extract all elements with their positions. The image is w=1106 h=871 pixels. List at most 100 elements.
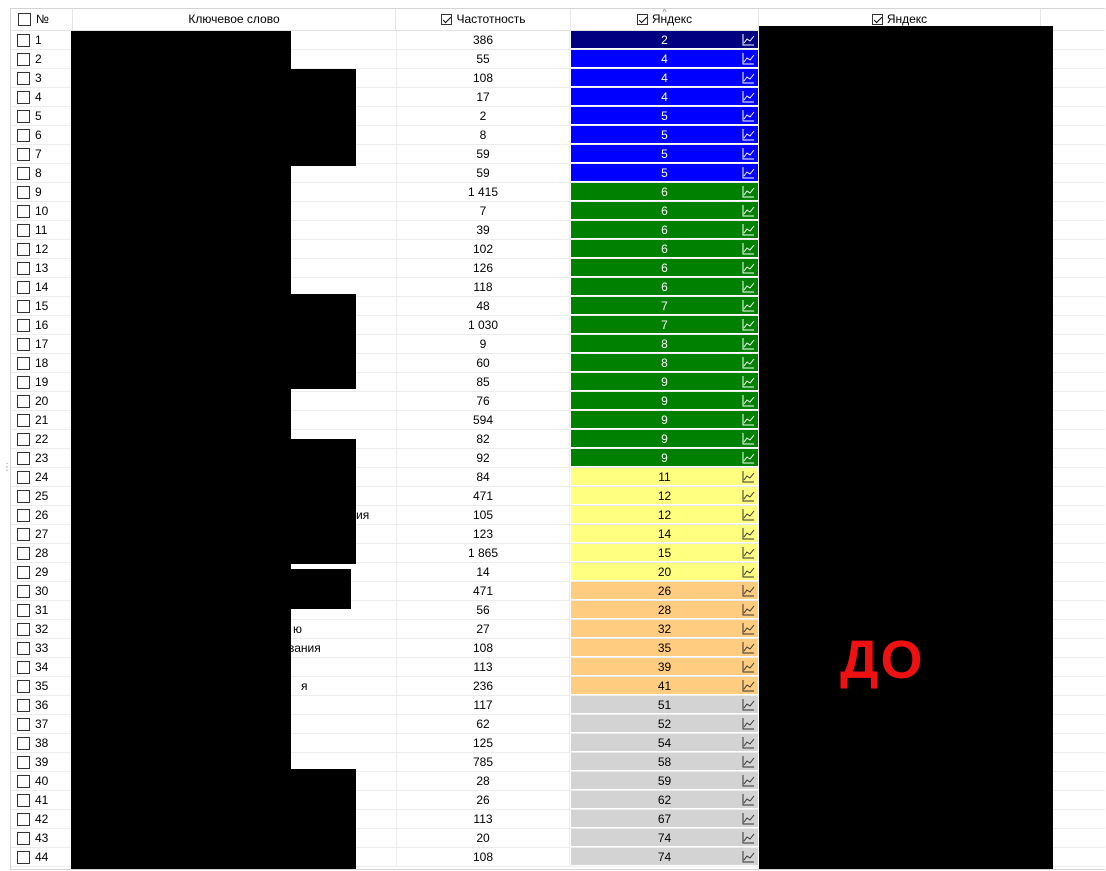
row-checkbox[interactable] [17, 717, 30, 731]
yandex-position-cell[interactable]: 12 [571, 487, 758, 505]
yandex-position-cell[interactable]: 6 [571, 221, 758, 239]
trend-chart-icon[interactable] [742, 850, 755, 863]
trend-chart-icon[interactable] [742, 356, 755, 369]
yandex-position-cell[interactable]: 9 [571, 430, 758, 448]
yandex-position-cell[interactable]: 9 [571, 411, 758, 429]
row-checkbox[interactable] [17, 52, 30, 66]
yandex-position-cell[interactable]: 7 [571, 316, 758, 334]
trend-chart-icon[interactable] [742, 394, 755, 407]
trend-chart-icon[interactable] [742, 717, 755, 730]
row-checkbox[interactable] [17, 679, 30, 693]
yandex-2-checkbox[interactable] [871, 14, 883, 25]
row-checkbox[interactable] [17, 147, 30, 161]
trend-chart-icon[interactable] [742, 622, 755, 635]
yandex-position-cell[interactable]: 20 [571, 563, 758, 581]
row-checkbox[interactable] [17, 261, 30, 275]
row-checkbox[interactable] [17, 90, 30, 104]
trend-chart-icon[interactable] [742, 451, 755, 464]
yandex-position-cell[interactable]: 62 [571, 791, 758, 809]
trend-chart-icon[interactable] [742, 698, 755, 711]
trend-chart-icon[interactable] [742, 413, 755, 426]
header-frequency[interactable]: Частотность [396, 9, 571, 30]
trend-chart-icon[interactable] [742, 603, 755, 616]
trend-chart-icon[interactable] [742, 318, 755, 331]
header-keyword[interactable]: Ключевое слово [73, 9, 396, 30]
yandex-position-cell[interactable]: 74 [571, 848, 758, 866]
row-checkbox[interactable] [17, 660, 30, 674]
row-checkbox[interactable] [17, 299, 30, 313]
row-checkbox[interactable] [17, 318, 30, 332]
yandex-position-cell[interactable]: 6 [571, 278, 758, 296]
row-checkbox[interactable] [17, 337, 30, 351]
row-checkbox[interactable] [17, 33, 30, 47]
trend-chart-icon[interactable] [742, 223, 755, 236]
row-checkbox[interactable] [17, 622, 30, 636]
yandex-position-cell[interactable]: 5 [571, 164, 758, 182]
yandex-position-cell[interactable]: 7 [571, 297, 758, 315]
row-checkbox[interactable] [17, 128, 30, 142]
trend-chart-icon[interactable] [742, 755, 755, 768]
row-checkbox[interactable] [17, 375, 30, 389]
trend-chart-icon[interactable] [742, 71, 755, 84]
yandex-position-cell[interactable]: 51 [571, 696, 758, 714]
trend-chart-icon[interactable] [742, 489, 755, 502]
row-checkbox[interactable] [17, 774, 30, 788]
trend-chart-icon[interactable] [742, 660, 755, 673]
yandex-position-cell[interactable]: 8 [571, 335, 758, 353]
yandex-position-cell[interactable]: 6 [571, 240, 758, 258]
row-checkbox[interactable] [17, 204, 30, 218]
header-yandex-1[interactable]: ^ Яндекс [571, 9, 759, 30]
row-checkbox[interactable] [17, 565, 30, 579]
trend-chart-icon[interactable] [742, 375, 755, 388]
yandex-position-cell[interactable]: 4 [571, 88, 758, 106]
trend-chart-icon[interactable] [742, 33, 755, 46]
row-checkbox[interactable] [17, 603, 30, 617]
trend-chart-icon[interactable] [742, 261, 755, 274]
yandex-position-cell[interactable]: 58 [571, 753, 758, 771]
select-all-checkbox[interactable] [18, 13, 31, 26]
row-checkbox[interactable] [17, 793, 30, 807]
yandex-position-cell[interactable]: 6 [571, 259, 758, 277]
row-checkbox[interactable] [17, 356, 30, 370]
yandex-position-cell[interactable]: 32 [571, 620, 758, 638]
yandex-position-cell[interactable]: 2 [571, 31, 758, 49]
trend-chart-icon[interactable] [742, 565, 755, 578]
yandex-position-cell[interactable]: 52 [571, 715, 758, 733]
trend-chart-icon[interactable] [742, 584, 755, 597]
trend-chart-icon[interactable] [742, 299, 755, 312]
trend-chart-icon[interactable] [742, 337, 755, 350]
row-checkbox[interactable] [17, 413, 30, 427]
yandex-position-cell[interactable]: 5 [571, 107, 758, 125]
yandex-position-cell[interactable]: 41 [571, 677, 758, 695]
row-checkbox[interactable] [17, 755, 30, 769]
trend-chart-icon[interactable] [742, 147, 755, 160]
trend-chart-icon[interactable] [742, 812, 755, 825]
yandex-position-cell[interactable]: 15 [571, 544, 758, 562]
trend-chart-icon[interactable] [742, 679, 755, 692]
row-checkbox[interactable] [17, 508, 30, 522]
trend-chart-icon[interactable] [742, 831, 755, 844]
trend-chart-icon[interactable] [742, 736, 755, 749]
row-checkbox[interactable] [17, 242, 30, 256]
row-checkbox[interactable] [17, 185, 30, 199]
yandex-position-cell[interactable]: 8 [571, 354, 758, 372]
header-num[interactable]: № [11, 9, 73, 30]
yandex-position-cell[interactable]: 14 [571, 525, 758, 543]
row-checkbox[interactable] [17, 280, 30, 294]
row-checkbox[interactable] [17, 736, 30, 750]
row-checkbox[interactable] [17, 166, 30, 180]
yandex-position-cell[interactable]: 67 [571, 810, 758, 828]
yandex-position-cell[interactable]: 74 [571, 829, 758, 847]
row-checkbox[interactable] [17, 698, 30, 712]
yandex-position-cell[interactable]: 26 [571, 582, 758, 600]
yandex-position-cell[interactable]: 9 [571, 449, 758, 467]
yandex-position-cell[interactable]: 28 [571, 601, 758, 619]
yandex-position-cell[interactable]: 35 [571, 639, 758, 657]
row-checkbox[interactable] [17, 109, 30, 123]
yandex-position-cell[interactable]: 39 [571, 658, 758, 676]
trend-chart-icon[interactable] [742, 793, 755, 806]
trend-chart-icon[interactable] [742, 128, 755, 141]
yandex-position-cell[interactable]: 4 [571, 50, 758, 68]
yandex-position-cell[interactable]: 54 [571, 734, 758, 752]
row-checkbox[interactable] [17, 489, 30, 503]
